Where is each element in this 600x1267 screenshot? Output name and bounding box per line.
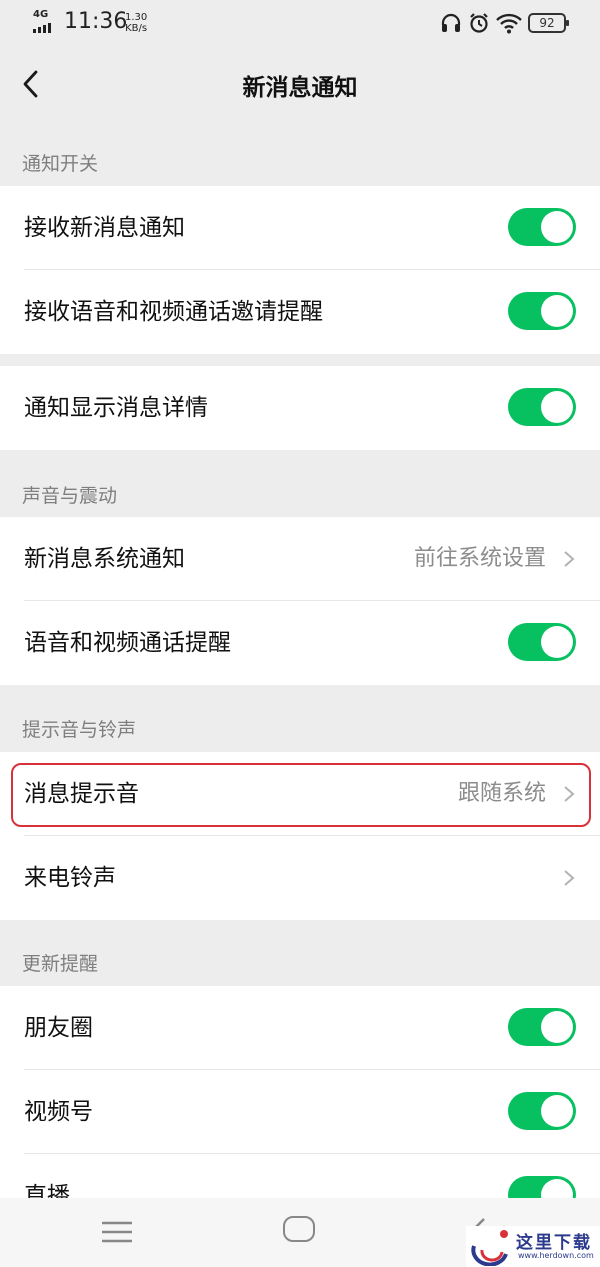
call-reminder-toggle[interactable] — [508, 623, 576, 661]
toggle-knob — [541, 1095, 573, 1127]
wifi-icon — [496, 13, 522, 34]
signal-indicator: 4G — [33, 9, 61, 33]
setting-row-channels: 视频号 — [0, 1070, 600, 1154]
battery-level: 92 — [539, 16, 555, 30]
status-bar: 4G 11:36 1.30 KB/s 92 — [0, 0, 600, 46]
setting-label: 新消息系统通知 — [24, 546, 185, 572]
toggle-knob — [541, 1011, 573, 1043]
setting-row-ringtone[interactable]: 来电铃声 — [0, 836, 600, 920]
highlight-box — [11, 763, 591, 827]
moments-toggle[interactable] — [508, 1008, 576, 1046]
setting-label: 接收新消息通知 — [24, 215, 185, 241]
watermark-logo — [471, 1230, 508, 1266]
section-label-ringtone: 提示音与铃声 — [22, 719, 137, 741]
setting-label: 来电铃声 — [24, 865, 116, 891]
toggle-knob — [541, 391, 573, 423]
setting-row-show-message-detail: 通知显示消息详情 — [0, 366, 600, 450]
network-speed-unit: KB/s — [125, 23, 148, 34]
setting-label: 通知显示消息详情 — [24, 395, 208, 421]
network-speed: 1.30 KB/s — [125, 12, 147, 34]
section-label-updates: 更新提醒 — [22, 953, 99, 975]
setting-row-system-notification[interactable]: 新消息系统通知 前往系统设置 — [0, 517, 600, 601]
channels-toggle[interactable] — [508, 1092, 576, 1130]
setting-label: 语音和视频通话提醒 — [24, 630, 231, 656]
show-message-detail-toggle[interactable] — [508, 388, 576, 426]
signal-bars-icon — [33, 23, 51, 33]
network-type: 4G — [33, 9, 49, 20]
network-speed-value: 1.30 — [125, 12, 148, 23]
setting-row-moments: 朋友圈 — [0, 986, 600, 1070]
chevron-right-icon — [564, 551, 575, 567]
section-label-notify: 通知开关 — [22, 153, 99, 175]
setting-label: 接收语音和视频通话邀请提醒 — [24, 299, 323, 325]
setting-row-call-reminder: 语音和视频通话提醒 — [0, 601, 600, 685]
setting-value: 前往系统设置 — [413, 546, 546, 571]
battery-icon: 92 — [528, 13, 569, 33]
headphones-icon — [441, 13, 461, 32]
watermark-text: 这里下载 — [516, 1233, 592, 1253]
toggle-knob — [541, 626, 573, 658]
status-time: 11:36 — [64, 9, 128, 34]
watermark: 这里下载 www.herdown.com — [466, 1226, 600, 1267]
status-icons: 92 — [440, 11, 569, 35]
setting-label: 朋友圈 — [24, 1015, 93, 1041]
alarm-icon — [470, 13, 488, 33]
watermark-url: www.herdown.com — [518, 1251, 594, 1260]
toggle-knob — [541, 211, 573, 243]
home-icon[interactable] — [283, 1216, 315, 1242]
section-label-sound: 声音与震动 — [22, 485, 118, 507]
call-invite-reminder-toggle[interactable] — [508, 292, 576, 330]
receive-new-message-toggle[interactable] — [508, 208, 576, 246]
chevron-right-icon — [564, 870, 575, 886]
setting-row-call-invite-reminder: 接收语音和视频通话邀请提醒 — [0, 270, 600, 354]
toggle-knob — [541, 295, 573, 327]
page-title: 新消息通知 — [242, 75, 358, 101]
setting-label: 视频号 — [24, 1099, 93, 1125]
setting-row-receive-new-message: 接收新消息通知 — [0, 186, 600, 270]
menu-icon[interactable] — [101, 1220, 133, 1244]
title-bar: 新消息通知 — [0, 46, 600, 120]
